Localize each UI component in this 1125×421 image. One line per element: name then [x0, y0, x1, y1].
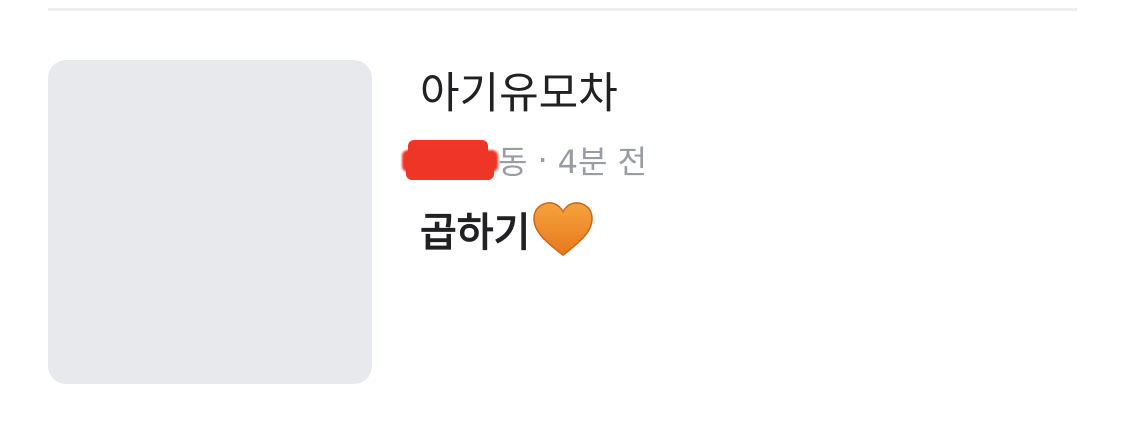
status-text: 곱하기: [420, 210, 531, 256]
location-suffix: 동: [498, 143, 528, 181]
time-ago: 4분 전: [557, 143, 648, 181]
item-title[interactable]: 아기유모차: [420, 68, 618, 120]
item-meta: 동 · 4분 전: [402, 138, 647, 182]
item-status: 곱하기: [420, 200, 594, 258]
item-thumbnail[interactable]: [48, 60, 372, 384]
meta-separator: ·: [537, 141, 548, 179]
redacted-location: [402, 138, 498, 182]
orange-heart-icon: [533, 202, 594, 257]
list-item[interactable]: 아기유모차 동 · 4분 전 곱하기: [48, 60, 1077, 384]
top-divider: [48, 8, 1077, 11]
